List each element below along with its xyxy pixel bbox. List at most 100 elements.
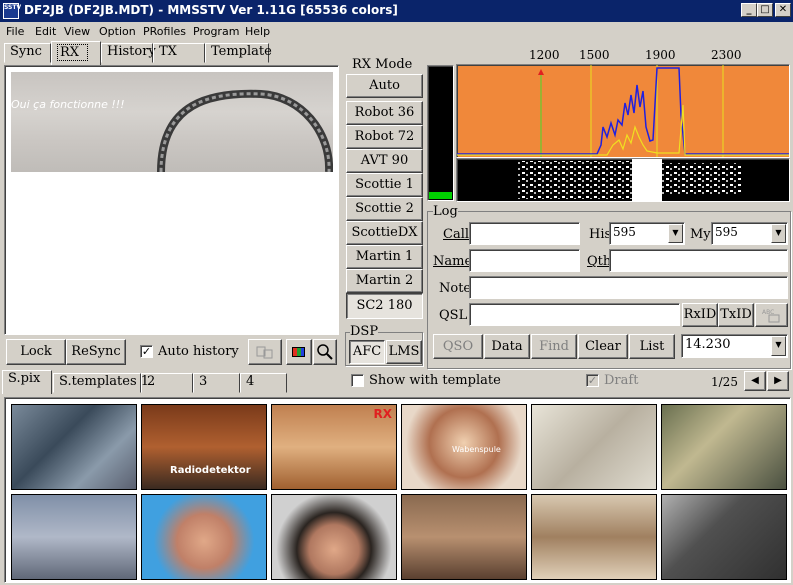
lms-button[interactable]: LMS — [386, 340, 422, 364]
thumbnail-12[interactable] — [661, 494, 787, 580]
tab-rx[interactable]: RX — [51, 41, 101, 65]
spectrum-display[interactable] — [456, 64, 790, 158]
palette-button[interactable] — [286, 339, 312, 365]
waterfall-plot — [517, 159, 742, 201]
zoom-button[interactable] — [313, 339, 337, 365]
menu-profiles[interactable]: PRofiles — [143, 25, 186, 38]
next-page-icon[interactable]: ▶ — [767, 371, 789, 391]
auto-history-checkbox[interactable]: ✓ — [140, 345, 153, 358]
thumbnail-5[interactable] — [531, 404, 657, 490]
mode-robot36[interactable]: Robot 36 — [346, 101, 423, 125]
menu-help[interactable]: Help — [245, 25, 270, 38]
tab-4[interactable]: 4 — [240, 373, 287, 393]
note-input[interactable] — [469, 276, 788, 299]
menu-edit[interactable]: Edit — [35, 25, 56, 38]
tab-template[interactable]: Template — [205, 43, 272, 63]
abc-icon: ABC — [762, 309, 779, 323]
lock-button[interactable]: Lock — [6, 339, 66, 365]
tab-sync[interactable]: Sync — [4, 43, 51, 63]
minimize-icon[interactable]: _ — [741, 3, 757, 17]
tab-spix[interactable]: S.pix — [2, 370, 52, 394]
mode-martin2[interactable]: Martin 2 — [346, 269, 423, 293]
my-select[interactable]: 595 ▼ — [711, 222, 788, 245]
maximize-icon[interactable]: □ — [757, 3, 773, 17]
title-bar: SSTV DF2JB (DF2JB.MDT) - MMSSTV Ver 1.11… — [0, 0, 793, 22]
clear-button[interactable]: Clear — [578, 334, 628, 359]
thumbnail-8[interactable] — [141, 494, 267, 580]
mode-auto[interactable]: Auto — [346, 74, 423, 98]
chevron-down-icon[interactable]: ▼ — [771, 224, 786, 243]
name-input[interactable] — [469, 249, 580, 272]
my-label: My — [690, 227, 711, 242]
prev-page-icon[interactable]: ◀ — [744, 371, 766, 391]
mode-robot72[interactable]: Robot 72 — [346, 125, 423, 149]
freq-label-1900: 1900 — [645, 48, 676, 62]
tab-stemplates-1[interactable]: S.templates 1 — [53, 373, 149, 393]
mode-scottie2[interactable]: Scottie 2 — [346, 197, 423, 221]
mode-sc2-180[interactable]: SC2 180 — [346, 293, 423, 319]
tab-history[interactable]: History — [101, 43, 156, 63]
freq-label-2300: 2300 — [711, 48, 742, 62]
thumbnail-1[interactable] — [11, 404, 137, 490]
thumbnail-6[interactable] — [661, 404, 787, 490]
rxid-button[interactable]: RxID — [682, 303, 718, 327]
copy-icon — [256, 346, 273, 359]
mode-avt90[interactable]: AVT 90 — [346, 149, 423, 173]
waterfall-display[interactable] — [456, 158, 790, 202]
thumbnail-4[interactable]: Wabenspule — [401, 404, 527, 490]
draft-label: Draft — [604, 373, 639, 388]
menu-program[interactable]: Program — [193, 25, 239, 38]
palette-icon — [292, 347, 305, 357]
tab-2[interactable]: 2 — [141, 373, 193, 393]
thumbnail-9[interactable] — [271, 494, 397, 580]
txid-button[interactable]: TxID — [718, 303, 754, 327]
tab-rx-label: RX — [57, 44, 89, 61]
freq-label-1200: 1200 — [529, 48, 560, 62]
thumbnail-10[interactable] — [401, 494, 527, 580]
draft-checkbox[interactable]: ✓ — [586, 374, 599, 387]
mode-scottie1[interactable]: Scottie 1 — [346, 173, 423, 197]
signal-level-meter — [427, 65, 454, 201]
log-title: Log — [433, 204, 458, 219]
chevron-down-icon[interactable]: ▼ — [668, 224, 683, 243]
show-with-template-label: Show with template — [369, 373, 501, 388]
qth-input[interactable] — [609, 249, 788, 272]
call-input[interactable] — [469, 222, 580, 245]
menu-file[interactable]: File — [6, 25, 24, 38]
list-button[interactable]: List — [629, 334, 675, 359]
menu-view[interactable]: View — [64, 25, 90, 38]
thumbnail-panel: Radiodetektor RX Wabenspule — [4, 397, 791, 583]
thumbnail-3[interactable]: RX — [271, 404, 397, 490]
call-label: Call — [443, 227, 470, 242]
mode-martin1[interactable]: Martin 1 — [346, 245, 423, 269]
tab-3[interactable]: 3 — [193, 373, 240, 393]
chevron-down-icon[interactable]: ▼ — [771, 336, 786, 356]
resync-button[interactable]: ReSync — [66, 339, 126, 365]
menu-bar: File Edit View Option PRofiles Program H… — [0, 22, 793, 40]
tuning-marker-icon — [538, 69, 544, 75]
menu-option[interactable]: Option — [99, 25, 136, 38]
qso-button[interactable]: QSO — [433, 334, 483, 359]
auto-history-label: Auto history — [158, 344, 239, 359]
his-label: His — [589, 227, 612, 242]
thumbnail-7[interactable] — [11, 494, 137, 580]
frequency-select[interactable]: 14.230 ▼ — [681, 334, 788, 358]
show-with-template-checkbox[interactable] — [351, 374, 364, 387]
abc-button[interactable]: ABC — [755, 303, 788, 327]
qsl-input[interactable] — [469, 303, 680, 326]
tab-tx[interactable]: TX — [153, 43, 205, 63]
mode-scottiedx[interactable]: ScottieDX — [346, 221, 423, 245]
thumbnail-2[interactable]: Radiodetektor — [141, 404, 267, 490]
close-icon[interactable]: ✕ — [775, 3, 791, 17]
spectrum-trace-blue — [457, 67, 789, 155]
note-label: Note — [439, 281, 472, 296]
copy-history-button[interactable] — [248, 339, 282, 365]
rx-image: Oui ça fonctionne !!! — [11, 72, 333, 172]
thumbnail-3-caption: RX — [373, 407, 393, 421]
thumbnail-11[interactable] — [531, 494, 657, 580]
find-button[interactable]: Find — [531, 334, 577, 359]
page-indicator: 1/25 — [711, 375, 738, 389]
data-button[interactable]: Data — [484, 334, 530, 359]
afc-button[interactable]: AFC — [349, 340, 385, 364]
his-select[interactable]: 595 ▼ — [609, 222, 685, 245]
